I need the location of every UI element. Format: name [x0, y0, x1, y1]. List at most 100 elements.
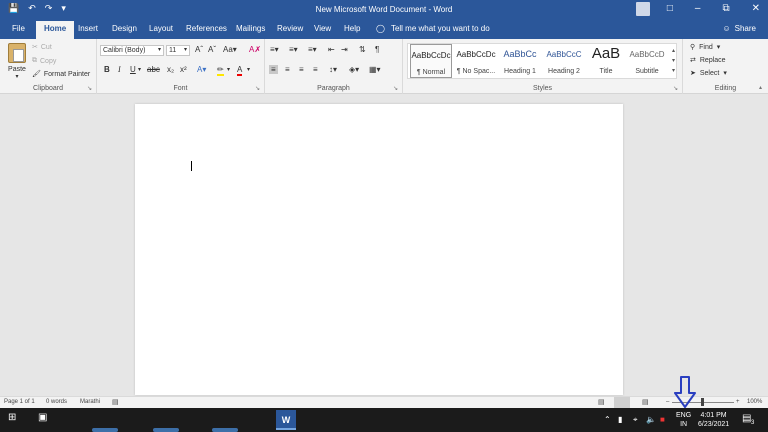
font-color-icon[interactable]: A [237, 65, 243, 76]
multilevel-list-icon[interactable]: ≡▾ [308, 45, 317, 54]
zoom-level[interactable]: 100% [747, 399, 762, 405]
justify-icon[interactable]: ≡ [313, 65, 318, 74]
taskbar-app-indicator[interactable] [92, 428, 118, 432]
volume-icon[interactable]: 🔈 [646, 415, 656, 424]
zoom-slider-thumb[interactable] [701, 398, 704, 406]
format-painter-button[interactable]: 🖌 Format Painter [32, 70, 90, 79]
text-cursor [191, 161, 192, 171]
tab-help[interactable]: Help [344, 24, 360, 33]
tell-me-box[interactable]: ◯ Tell me what you want to do [376, 24, 490, 33]
bullets-icon[interactable]: ≡▾ [270, 45, 279, 54]
shading-icon[interactable]: ◈▾ [349, 65, 359, 74]
tab-file[interactable]: File [12, 24, 25, 33]
style-subtitle[interactable]: AaBbCcD Subtitle [626, 44, 668, 78]
dialog-launcher-icon[interactable]: ↘ [673, 85, 678, 92]
antivirus-icon[interactable]: ■ [660, 415, 665, 424]
highlight-icon[interactable]: ✏ [217, 65, 224, 76]
word-count[interactable]: 0 words [46, 399, 67, 405]
font-size-combo[interactable]: 11 ▾ [166, 45, 190, 56]
copy-button[interactable]: ⧉ Copy [32, 57, 56, 65]
language-indicator[interactable]: Marathi [80, 399, 100, 405]
chevron-down-icon[interactable]: ▾ [672, 56, 675, 66]
align-left-icon[interactable]: ≡ [269, 65, 278, 74]
chevron-down-icon[interactable]: ▾ [247, 66, 250, 73]
underline-icon[interactable]: U [130, 65, 136, 74]
sort-icon[interactable]: ⇅ [359, 45, 366, 54]
tab-view[interactable]: View [314, 24, 331, 33]
language-code: ENG [676, 412, 692, 419]
style-title[interactable]: AaB Title [586, 44, 626, 78]
style-no-spacing[interactable]: AaBbCcDc ¶ No Spac... [454, 44, 498, 78]
tab-home[interactable]: Home [36, 21, 75, 39]
dialog-launcher-icon[interactable]: ↘ [255, 85, 260, 92]
strikethrough-icon[interactable]: abc [147, 65, 160, 74]
close-icon[interactable]: ✕ [752, 3, 760, 14]
word-taskbar-icon[interactable]: W [276, 410, 296, 430]
wifi-icon[interactable]: ⌖ [633, 415, 638, 425]
shrink-font-icon[interactable]: Aˇ [208, 45, 216, 54]
select-button[interactable]: ➤ Select ▾ [690, 69, 727, 78]
clock[interactable]: 4:01 PM 6/23/2021 [698, 411, 729, 429]
tab-design[interactable]: Design [112, 24, 137, 33]
web-layout-icon[interactable]: ▤ [642, 398, 649, 406]
task-view-icon[interactable]: ▣ [38, 412, 47, 423]
restore-ribbon-icon[interactable]: □ [667, 3, 673, 14]
superscript-icon[interactable]: x² [180, 65, 187, 74]
find-button[interactable]: ⚲ Find ▾ [690, 43, 720, 52]
chevron-down-icon[interactable]: ▾ [227, 66, 230, 73]
style-normal[interactable]: AaBbCcDc ¶ Normal [410, 44, 452, 78]
tab-references[interactable]: References [186, 24, 227, 33]
align-right-icon[interactable]: ≡ [299, 65, 304, 74]
tab-mailings[interactable]: Mailings [236, 24, 265, 33]
language-switcher[interactable]: ENG IN [676, 411, 691, 429]
zoom-in-icon[interactable]: + [736, 399, 740, 405]
collapse-ribbon-icon[interactable]: ▴ [759, 84, 762, 91]
page-count[interactable]: Page 1 of 1 [4, 399, 35, 405]
bold-icon[interactable]: B [104, 65, 110, 74]
grow-font-icon[interactable]: Aˆ [195, 45, 203, 54]
account-avatar[interactable] [636, 2, 650, 16]
replace-button[interactable]: ⇄ Replace [690, 56, 726, 65]
paste-button[interactable]: Paste ▾ [6, 43, 28, 80]
clock-time: 4:01 PM [700, 412, 727, 419]
pilcrow-icon[interactable]: ¶ [375, 45, 379, 54]
share-button[interactable]: ☺ Share [722, 24, 756, 33]
ribbon: Paste ▾ ✂ Cut ⧉ Copy 🖌 Format Painter Cl… [0, 39, 768, 94]
decrease-indent-icon[interactable]: ⇤ [328, 45, 335, 54]
align-center-icon[interactable]: ≡ [285, 65, 290, 74]
windows-start-icon[interactable]: ⊞ [8, 412, 16, 423]
print-layout-icon[interactable] [614, 397, 630, 408]
subscript-icon[interactable]: x₂ [167, 65, 174, 74]
taskbar-app-indicator[interactable] [153, 428, 179, 432]
chevron-up-icon[interactable]: ⌃ [604, 415, 611, 424]
tab-insert[interactable]: Insert [78, 24, 98, 33]
style-heading-1[interactable]: AaBbCc Heading 1 [498, 44, 542, 78]
chevron-up-icon[interactable]: ▴ [672, 46, 675, 56]
dialog-launcher-icon[interactable]: ↘ [393, 85, 398, 92]
chevron-down-icon[interactable]: ▾ [138, 66, 141, 73]
clear-formatting-icon[interactable]: A✗ [249, 45, 261, 54]
document-page[interactable] [135, 104, 623, 395]
italic-icon[interactable]: I [118, 65, 121, 74]
numbering-icon[interactable]: ≡▾ [289, 45, 298, 54]
minimize-icon[interactable]: – [695, 3, 701, 14]
macro-icon[interactable]: ▤ [112, 398, 119, 406]
borders-icon[interactable]: ▦▾ [369, 65, 381, 74]
tab-layout[interactable]: Layout [149, 24, 173, 33]
tab-review[interactable]: Review [277, 24, 303, 33]
taskbar-app-indicator[interactable] [212, 428, 238, 432]
line-spacing-icon[interactable]: ↕▾ [329, 65, 337, 74]
increase-indent-icon[interactable]: ⇥ [341, 45, 348, 54]
cut-button[interactable]: ✂ Cut [32, 43, 52, 52]
more-styles-icon[interactable]: ▾ [672, 66, 675, 76]
zoom-out-icon[interactable]: – [666, 399, 669, 405]
change-case-icon[interactable]: Aa▾ [223, 45, 237, 54]
font-name-combo[interactable]: Calibri (Body) ▾ [100, 45, 164, 56]
dialog-launcher-icon[interactable]: ↘ [87, 85, 92, 92]
battery-icon[interactable]: ▮ [618, 415, 622, 424]
style-heading-2[interactable]: AaBbCcC Heading 2 [542, 44, 586, 78]
text-effects-icon[interactable]: A▾ [197, 65, 206, 74]
restore-icon[interactable]: ⧉ [722, 3, 729, 14]
read-mode-icon[interactable]: ▤ [598, 398, 605, 406]
document-canvas[interactable] [0, 95, 768, 395]
